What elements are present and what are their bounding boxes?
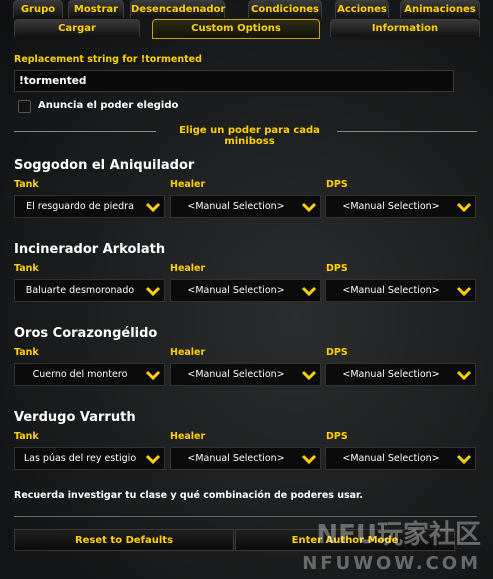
role-tank-label: Tank — [14, 431, 39, 442]
role-tank-label: Tank — [14, 347, 39, 358]
replacement-label: Replacement string for !tormented — [14, 54, 202, 65]
dropdown-value: <Manual Selection> — [342, 453, 440, 464]
healer-power-dropdown[interactable]: <Manual Selection> — [170, 363, 321, 386]
dropdown-value: Las púas del rey estigio — [23, 453, 137, 464]
section-header: Elige un poder para cada miniboss — [179, 125, 320, 147]
dropdown-value: <Manual Selection> — [342, 285, 440, 296]
role-dps-label: DPS — [326, 179, 348, 190]
role-tank-label: Tank — [14, 263, 39, 274]
role-tank-label: Tank — [14, 179, 39, 190]
role-healer-label: Healer — [170, 431, 206, 442]
tab-animaciones[interactable]: Animaciones — [400, 0, 480, 18]
dps-power-dropdown[interactable]: <Manual Selection> — [325, 195, 476, 218]
tab-acciones[interactable]: Acciones — [335, 0, 389, 18]
watermark-site: NFUWOW.COM — [302, 553, 481, 574]
dps-power-dropdown[interactable]: <Manual Selection> — [325, 363, 476, 386]
chevron-down-icon[interactable] — [455, 366, 473, 384]
tab-row-primary: Grupo Mostrar Desencadenador Condiciones… — [0, 0, 493, 19]
dropdown-value: Baluarte desmoronado — [25, 285, 135, 296]
dps-power-dropdown[interactable]: <Manual Selection> — [325, 447, 476, 470]
watermark-logo: NFU玩家社区 — [316, 520, 481, 550]
role-dps-label: DPS — [326, 263, 348, 274]
role-healer-label: Healer — [170, 179, 206, 190]
tab-mostrar[interactable]: Mostrar — [68, 0, 124, 18]
role-healer-label: Healer — [170, 263, 206, 274]
chevron-down-icon[interactable] — [455, 450, 473, 468]
footer-note: Recuerda investigar tu clase y qué combi… — [14, 490, 363, 501]
announce-checkbox[interactable] — [18, 100, 31, 113]
boss-name: Soggodon el Aniquilador — [14, 158, 195, 173]
tank-power-dropdown[interactable]: Baluarte desmoronado — [14, 279, 165, 302]
tab-custom-options[interactable]: Custom Options — [152, 19, 320, 39]
tab-grupo[interactable]: Grupo — [13, 0, 63, 18]
healer-power-dropdown[interactable]: <Manual Selection> — [170, 279, 321, 302]
chevron-down-icon[interactable] — [455, 282, 473, 300]
chevron-down-icon[interactable] — [300, 450, 318, 468]
dropdown-value: <Manual Selection> — [187, 453, 285, 464]
chevron-down-icon[interactable] — [144, 366, 162, 384]
dps-power-dropdown[interactable]: <Manual Selection> — [325, 279, 476, 302]
healer-power-dropdown[interactable]: <Manual Selection> — [170, 447, 321, 470]
boss-name: Oros Corazongélido — [14, 326, 158, 341]
role-dps-label: DPS — [326, 347, 348, 358]
section-divider-left — [14, 131, 156, 132]
dropdown-value: Cuerno del montero — [32, 369, 128, 380]
chevron-down-icon[interactable] — [144, 450, 162, 468]
tab-cargar[interactable]: Cargar — [14, 19, 140, 37]
tab-condiciones[interactable]: Condiciones — [248, 0, 322, 18]
section-divider-right — [337, 131, 477, 132]
role-healer-label: Healer — [170, 347, 206, 358]
dropdown-value: <Manual Selection> — [342, 201, 440, 212]
boss-name: Verdugo Varruth — [14, 410, 136, 425]
tank-power-dropdown[interactable]: Cuerno del montero — [14, 363, 165, 386]
replacement-input[interactable]: !tormented — [14, 70, 454, 92]
reset-defaults-button[interactable]: Reset to Defaults — [14, 529, 234, 551]
chevron-down-icon[interactable] — [144, 282, 162, 300]
role-dps-label: DPS — [326, 431, 348, 442]
healer-power-dropdown[interactable]: <Manual Selection> — [170, 195, 321, 218]
tank-power-dropdown[interactable]: Las púas del rey estigio — [14, 447, 165, 470]
dropdown-value: <Manual Selection> — [187, 369, 285, 380]
dropdown-value: <Manual Selection> — [342, 369, 440, 380]
dropdown-value: El resguardo de piedra — [26, 201, 134, 212]
chevron-down-icon[interactable] — [455, 198, 473, 216]
dropdown-value: <Manual Selection> — [187, 201, 285, 212]
tank-power-dropdown[interactable]: El resguardo de piedra — [14, 195, 165, 218]
tab-information[interactable]: Information — [330, 19, 480, 37]
dropdown-value: <Manual Selection> — [187, 285, 285, 296]
announce-checkbox-label: Anuncia el poder elegido — [38, 100, 179, 111]
tab-row-secondary: Cargar Custom Options Information — [0, 19, 493, 39]
chevron-down-icon[interactable] — [144, 198, 162, 216]
chevron-down-icon[interactable] — [300, 198, 318, 216]
boss-name: Incinerador Arkolath — [14, 242, 166, 257]
chevron-down-icon[interactable] — [300, 366, 318, 384]
chevron-down-icon[interactable] — [300, 282, 318, 300]
tab-desencadenador[interactable]: Desencadenador — [130, 0, 225, 18]
